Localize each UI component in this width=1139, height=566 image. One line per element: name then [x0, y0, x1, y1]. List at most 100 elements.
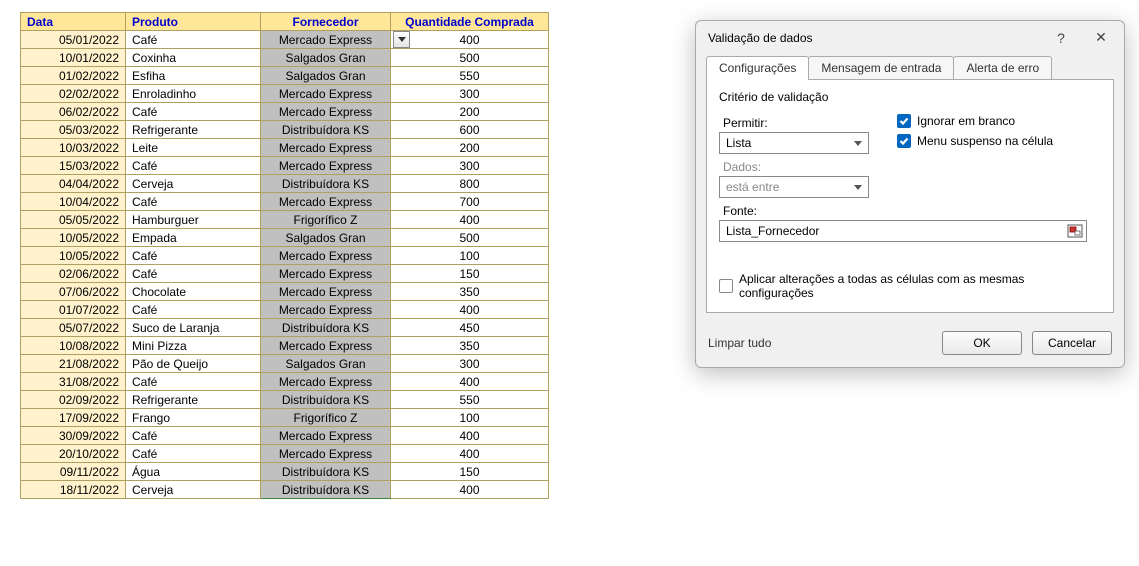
cell-produto[interactable]: Empada — [126, 229, 261, 247]
cell-fornecedor[interactable]: Mercado Express — [261, 301, 391, 319]
cell-quantidade[interactable]: 400 — [391, 373, 549, 391]
cell-fornecedor[interactable]: Frigorífico Z — [261, 211, 391, 229]
cell-fornecedor[interactable]: Mercado Express — [261, 265, 391, 283]
cell-quantidade[interactable]: 400 — [391, 31, 549, 49]
cell-quantidade[interactable]: 300 — [391, 355, 549, 373]
cell-fornecedor[interactable]: Distribuídora KS — [261, 121, 391, 139]
cell-data[interactable]: 10/04/2022 — [21, 193, 126, 211]
col-header-data[interactable]: Data — [21, 13, 126, 31]
help-button[interactable]: ? — [1048, 30, 1074, 46]
cell-fornecedor[interactable]: Salgados Gran — [261, 355, 391, 373]
cell-quantidade[interactable]: 550 — [391, 67, 549, 85]
cell-data[interactable]: 02/06/2022 — [21, 265, 126, 283]
cell-produto[interactable]: Frango — [126, 409, 261, 427]
limpar-tudo-button[interactable]: Limpar tudo — [708, 336, 771, 350]
cell-produto[interactable]: Chocolate — [126, 283, 261, 301]
cell-fornecedor[interactable]: Mercado Express — [261, 283, 391, 301]
cell-data[interactable]: 05/03/2022 — [21, 121, 126, 139]
cell-fornecedor[interactable]: Distribuídora KS — [261, 175, 391, 193]
cell-produto[interactable]: Café — [126, 373, 261, 391]
cell-data[interactable]: 15/03/2022 — [21, 157, 126, 175]
cell-quantidade[interactable]: 150 — [391, 463, 549, 481]
cell-quantidade[interactable]: 300 — [391, 85, 549, 103]
cell-quantidade[interactable]: 800 — [391, 175, 549, 193]
cell-data[interactable]: 31/08/2022 — [21, 373, 126, 391]
cell-quantidade[interactable]: 400 — [391, 427, 549, 445]
cell-fornecedor[interactable]: Distribuídora KS — [261, 463, 391, 481]
cell-fornecedor[interactable]: Mercado Express — [261, 445, 391, 463]
cell-data[interactable]: 10/05/2022 — [21, 247, 126, 265]
dropdown-button[interactable] — [393, 31, 410, 48]
cell-fornecedor[interactable]: Mercado Express — [261, 85, 391, 103]
cell-fornecedor[interactable]: Mercado Express — [261, 139, 391, 157]
cell-fornecedor[interactable]: Salgados Gran — [261, 67, 391, 85]
ok-button[interactable]: OK — [942, 331, 1022, 355]
cell-produto[interactable]: Refrigerante — [126, 121, 261, 139]
cell-quantidade[interactable]: 700 — [391, 193, 549, 211]
cell-quantidade[interactable]: 150 — [391, 265, 549, 283]
cell-quantidade[interactable]: 500 — [391, 49, 549, 67]
cell-quantidade[interactable]: 200 — [391, 103, 549, 121]
cell-produto[interactable]: Cerveja — [126, 175, 261, 193]
cell-data[interactable]: 05/07/2022 — [21, 319, 126, 337]
cancel-button[interactable]: Cancelar — [1032, 331, 1112, 355]
cell-produto[interactable]: Coxinha — [126, 49, 261, 67]
cell-produto[interactable]: Café — [126, 427, 261, 445]
cell-produto[interactable]: Café — [126, 247, 261, 265]
permitir-combo[interactable]: Lista — [719, 132, 869, 154]
cell-fornecedor[interactable]: Mercado Express — [261, 247, 391, 265]
cell-data[interactable]: 04/04/2022 — [21, 175, 126, 193]
col-header-quantidade[interactable]: Quantidade Comprada — [391, 13, 549, 31]
cell-data[interactable]: 02/09/2022 — [21, 391, 126, 409]
cell-produto[interactable]: Mini Pizza — [126, 337, 261, 355]
cell-quantidade[interactable]: 200 — [391, 139, 549, 157]
cell-data[interactable]: 01/02/2022 — [21, 67, 126, 85]
fonte-input[interactable]: Lista_Fornecedor — [719, 220, 1087, 242]
cell-produto[interactable]: Café — [126, 265, 261, 283]
cell-fornecedor[interactable]: Distribuídora KS — [261, 391, 391, 409]
cell-data[interactable]: 06/02/2022 — [21, 103, 126, 121]
cell-quantidade[interactable]: 350 — [391, 337, 549, 355]
check-ignorar-branco[interactable]: Ignorar em branco — [897, 114, 1053, 128]
cell-quantidade[interactable]: 100 — [391, 247, 549, 265]
cell-produto[interactable]: Pão de Queijo — [126, 355, 261, 373]
cell-fornecedor[interactable]: Mercado Express — [261, 427, 391, 445]
cell-data[interactable]: 07/06/2022 — [21, 283, 126, 301]
cell-data[interactable]: 10/03/2022 — [21, 139, 126, 157]
cell-produto[interactable]: Café — [126, 301, 261, 319]
cell-quantidade[interactable]: 500 — [391, 229, 549, 247]
cell-data[interactable]: 10/05/2022 — [21, 229, 126, 247]
cell-data[interactable]: 18/11/2022 — [21, 481, 126, 499]
cell-produto[interactable]: Café — [126, 157, 261, 175]
cell-produto[interactable]: Cerveja — [126, 481, 261, 499]
cell-produto[interactable]: Hamburguer — [126, 211, 261, 229]
cell-fornecedor[interactable]: Mercado Express — [261, 31, 391, 49]
cell-produto[interactable]: Café — [126, 103, 261, 121]
cell-fornecedor[interactable]: Distribuídora KS — [261, 481, 391, 499]
cell-fornecedor[interactable]: Salgados Gran — [261, 229, 391, 247]
cell-data[interactable]: 17/09/2022 — [21, 409, 126, 427]
cell-quantidade[interactable]: 550 — [391, 391, 549, 409]
cell-data[interactable]: 09/11/2022 — [21, 463, 126, 481]
cell-produto[interactable]: Suco de Laranja — [126, 319, 261, 337]
cell-quantidade[interactable]: 100 — [391, 409, 549, 427]
cell-quantidade[interactable]: 300 — [391, 157, 549, 175]
cell-produto[interactable]: Café — [126, 31, 261, 49]
cell-produto[interactable]: Água — [126, 463, 261, 481]
close-button[interactable]: ✕ — [1088, 29, 1114, 46]
check-menu-suspenso[interactable]: Menu suspenso na célula — [897, 134, 1053, 148]
cell-data[interactable]: 10/08/2022 — [21, 337, 126, 355]
cell-produto[interactable]: Refrigerante — [126, 391, 261, 409]
cell-fornecedor[interactable]: Salgados Gran — [261, 49, 391, 67]
cell-fornecedor[interactable]: Distribuídora KS — [261, 319, 391, 337]
cell-fornecedor[interactable]: Mercado Express — [261, 103, 391, 121]
cell-quantidade[interactable]: 400 — [391, 445, 549, 463]
cell-data[interactable]: 05/01/2022 — [21, 31, 126, 49]
range-select-icon[interactable] — [1066, 223, 1084, 239]
cell-fornecedor[interactable]: Mercado Express — [261, 157, 391, 175]
cell-data[interactable]: 05/05/2022 — [21, 211, 126, 229]
cell-produto[interactable]: Café — [126, 193, 261, 211]
cell-data[interactable]: 10/01/2022 — [21, 49, 126, 67]
cell-fornecedor[interactable]: Frigorífico Z — [261, 409, 391, 427]
cell-produto[interactable]: Leite — [126, 139, 261, 157]
